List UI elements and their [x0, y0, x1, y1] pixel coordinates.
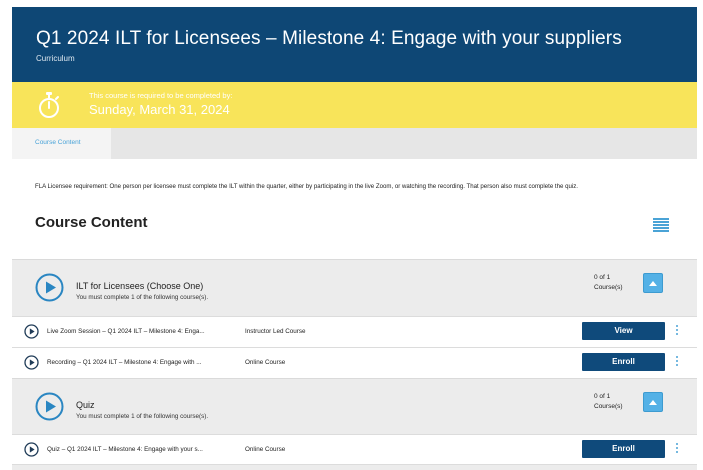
course-row: Quiz – Q1 2024 ILT – Milestone 4: Engage…: [12, 434, 697, 465]
due-date-banner: This course is required to be completed …: [12, 82, 697, 128]
section-title: Course Content: [35, 214, 148, 231]
course-row: Recording – Q1 2024 ILT – Milestone 4: E…: [12, 347, 697, 378]
curriculum-header: Q1 2024 ILT for Licensees – Milestone 4:…: [12, 7, 697, 82]
more-options-icon[interactable]: [675, 325, 679, 338]
course-row: Live Zoom Session – Q1 2024 ILT – Milest…: [12, 316, 697, 347]
group-name: ILT for Licensees (Choose One): [76, 281, 204, 291]
tab-bar: Course Content: [12, 128, 697, 159]
group-progress-count: 0 of 1: [594, 393, 611, 400]
group-progress: 0 of 1 Course(s): [594, 273, 623, 293]
play-icon[interactable]: [35, 273, 64, 302]
stopwatch-icon: [39, 92, 59, 118]
collapse-button[interactable]: [643, 273, 663, 293]
course-name[interactable]: Recording – Q1 2024 ILT – Milestone 4: E…: [47, 359, 201, 366]
tab-course-content[interactable]: Course Content: [12, 128, 111, 159]
course-name[interactable]: Quiz – Q1 2024 ILT – Milestone 4: Engage…: [47, 446, 203, 453]
collapse-button[interactable]: [643, 392, 663, 412]
enroll-button[interactable]: Enroll: [582, 353, 665, 371]
tab-label: Course Content: [35, 139, 81, 146]
enroll-button[interactable]: Enroll: [582, 440, 665, 458]
requirement-text: FLA Licensee requirement: One person per…: [35, 183, 578, 190]
view-button[interactable]: View: [582, 322, 665, 340]
due-date: Sunday, March 31, 2024: [89, 102, 230, 117]
next-row-edge: [12, 464, 697, 470]
course-group: ILT for Licensees (Choose One) You must …: [12, 259, 697, 316]
list-view-icon[interactable]: [653, 218, 669, 232]
course-name[interactable]: Live Zoom Session – Q1 2024 ILT – Milest…: [47, 328, 205, 335]
group-description: You must complete 1 of the following cou…: [76, 294, 209, 301]
chevron-up-icon: [649, 400, 657, 405]
play-icon[interactable]: [35, 392, 64, 421]
group-progress-count: 0 of 1: [594, 274, 611, 281]
group-description: You must complete 1 of the following cou…: [76, 413, 209, 420]
group-name: Quiz: [76, 400, 95, 410]
course-type: Online Course: [245, 359, 286, 366]
course-type: Instructor Led Course: [245, 328, 306, 335]
course-group: Quiz You must complete 1 of the followin…: [12, 378, 697, 435]
more-options-icon[interactable]: [675, 443, 679, 456]
page-title: Q1 2024 ILT for Licensees – Milestone 4:…: [36, 28, 622, 49]
page: Q1 2024 ILT for Licensees – Milestone 4:…: [0, 0, 703, 470]
group-progress-unit: Course(s): [594, 403, 623, 410]
group-progress: 0 of 1 Course(s): [594, 392, 623, 412]
group-progress-unit: Course(s): [594, 284, 623, 291]
play-icon[interactable]: [24, 442, 39, 457]
chevron-up-icon: [649, 281, 657, 286]
course-type: Online Course: [245, 446, 286, 453]
due-label: This course is required to be completed …: [89, 91, 233, 100]
play-icon[interactable]: [24, 355, 39, 370]
page-subtitle: Curriculum: [36, 54, 75, 63]
play-icon[interactable]: [24, 324, 39, 339]
more-options-icon[interactable]: [675, 356, 679, 369]
